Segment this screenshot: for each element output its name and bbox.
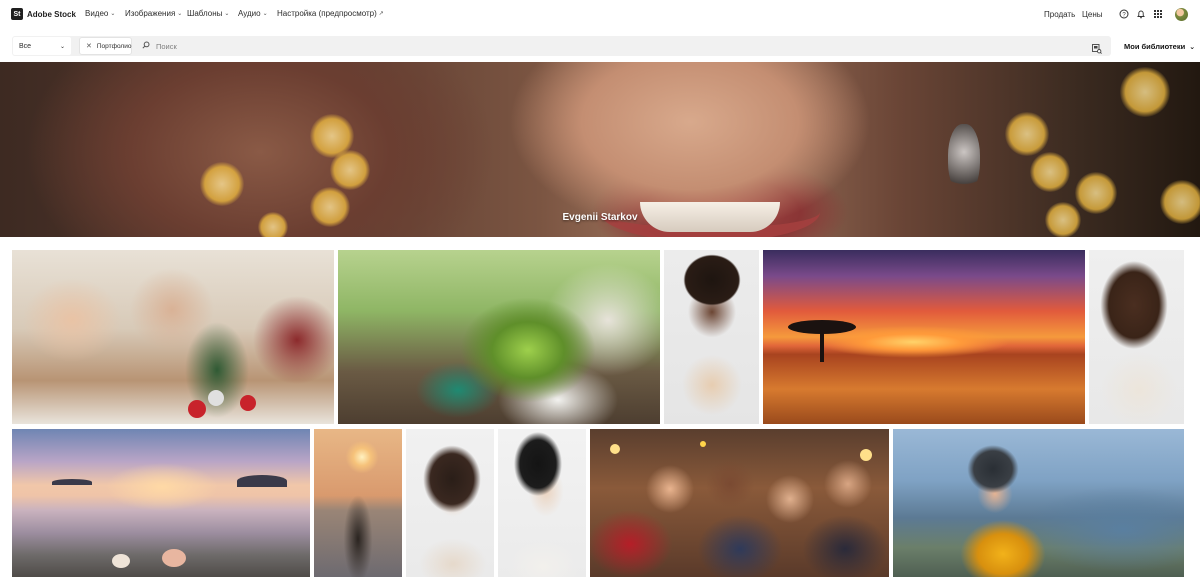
chevron-down-icon: ⌄ bbox=[59, 43, 65, 50]
chip-label: Портфолио bbox=[96, 42, 132, 50]
search-input[interactable] bbox=[156, 40, 1056, 52]
help-icon[interactable]: ? bbox=[1118, 8, 1130, 20]
external-link-icon: ↗ bbox=[378, 11, 384, 17]
ornament bbox=[240, 395, 256, 411]
seashell bbox=[162, 549, 186, 567]
chevron-down-icon: ⌄ bbox=[1189, 43, 1196, 51]
bokeh-light bbox=[860, 449, 872, 461]
portfolio-filter-chip[interactable]: ✕ Портфолио bbox=[79, 37, 132, 55]
gallery-item-paraglider-woman[interactable] bbox=[893, 429, 1184, 577]
nav-label: Шаблоны bbox=[187, 9, 223, 18]
search-row: Все ⌄ ✕ Портфолио Мои библиотеки ⌄ bbox=[0, 33, 1200, 59]
visual-search-icon[interactable] bbox=[1092, 41, 1102, 54]
bokeh-light bbox=[1030, 152, 1070, 192]
bokeh-light bbox=[200, 162, 244, 206]
nav-label: Настройка (предпросмотр) bbox=[277, 9, 377, 18]
nav-images[interactable]: Изображения ⌄ bbox=[125, 9, 182, 18]
nav-label: Аудио bbox=[238, 9, 261, 18]
chevron-down-icon: ⌄ bbox=[110, 11, 116, 17]
chevron-down-icon: ⌄ bbox=[224, 11, 230, 17]
avatar[interactable] bbox=[1175, 8, 1188, 21]
nav-audio[interactable]: Аудио ⌄ bbox=[238, 9, 268, 18]
top-navigation: St Adobe Stock Видео ⌄ Изображения ⌄ Шабло… bbox=[0, 0, 1200, 29]
gallery-item-family-christmas[interactable] bbox=[12, 250, 334, 424]
gallery-item-asian-woman-profile[interactable] bbox=[498, 429, 586, 577]
my-libraries-label: Мои библиотеки bbox=[1124, 42, 1186, 51]
chevron-down-icon: ⌄ bbox=[262, 11, 268, 17]
contributor-name: Evgenii Starkov bbox=[562, 212, 638, 223]
adobe-stock-logo[interactable]: St Adobe Stock bbox=[11, 8, 76, 20]
bokeh-light bbox=[610, 444, 620, 454]
nav-label: Видео bbox=[85, 9, 109, 18]
bokeh-light bbox=[1005, 112, 1049, 156]
category-value: Все bbox=[19, 42, 32, 50]
gallery-item-woman-hands-neck[interactable] bbox=[1089, 250, 1184, 424]
nav-label: Изображения bbox=[125, 9, 176, 18]
apps-grid-icon[interactable] bbox=[1152, 8, 1164, 20]
acacia-trunk bbox=[820, 332, 824, 362]
bell-icon[interactable] bbox=[1135, 8, 1147, 20]
sell-link[interactable]: Продать bbox=[1044, 10, 1075, 19]
chevron-down-icon: ⌄ bbox=[177, 11, 183, 17]
gallery-item-woman-beauty[interactable] bbox=[406, 429, 494, 577]
gallery-item-new-year-party[interactable] bbox=[590, 429, 889, 577]
contributor-hero-banner: Evgenii Starkov bbox=[0, 62, 1200, 237]
earring bbox=[948, 124, 980, 194]
close-icon[interactable]: ✕ bbox=[86, 42, 92, 50]
bokeh-light bbox=[1075, 172, 1117, 214]
search-icon bbox=[142, 41, 150, 51]
island bbox=[52, 479, 92, 485]
brand-name: Adobe Stock bbox=[27, 9, 76, 19]
my-libraries-button[interactable]: Мои библиотеки ⌄ bbox=[1124, 42, 1195, 51]
nav-templates[interactable]: Шаблоны ⌄ bbox=[187, 9, 229, 18]
island bbox=[237, 475, 287, 487]
ornament bbox=[188, 400, 206, 418]
bokeh-light bbox=[1120, 67, 1170, 117]
gallery-item-woman-portrait[interactable] bbox=[664, 250, 759, 424]
gallery-item-beach-sunset[interactable] bbox=[12, 429, 310, 577]
seashell bbox=[112, 554, 130, 568]
gallery-item-planting-seedling[interactable] bbox=[338, 250, 660, 424]
gallery-item-woman-sea-sunset[interactable] bbox=[314, 429, 402, 577]
gallery-item-savanna-sunset[interactable] bbox=[763, 250, 1085, 424]
ornament bbox=[208, 390, 224, 406]
nav-video[interactable]: Видео ⌄ bbox=[85, 9, 115, 18]
category-select[interactable]: Все ⌄ bbox=[13, 37, 71, 55]
logo-mark: St bbox=[11, 8, 23, 20]
confetti bbox=[700, 441, 706, 447]
pricing-link[interactable]: Цены bbox=[1082, 10, 1103, 19]
bokeh-light bbox=[330, 150, 370, 190]
nav-customize-preview[interactable]: Настройка (предпросмотр) ↗ bbox=[277, 9, 384, 18]
